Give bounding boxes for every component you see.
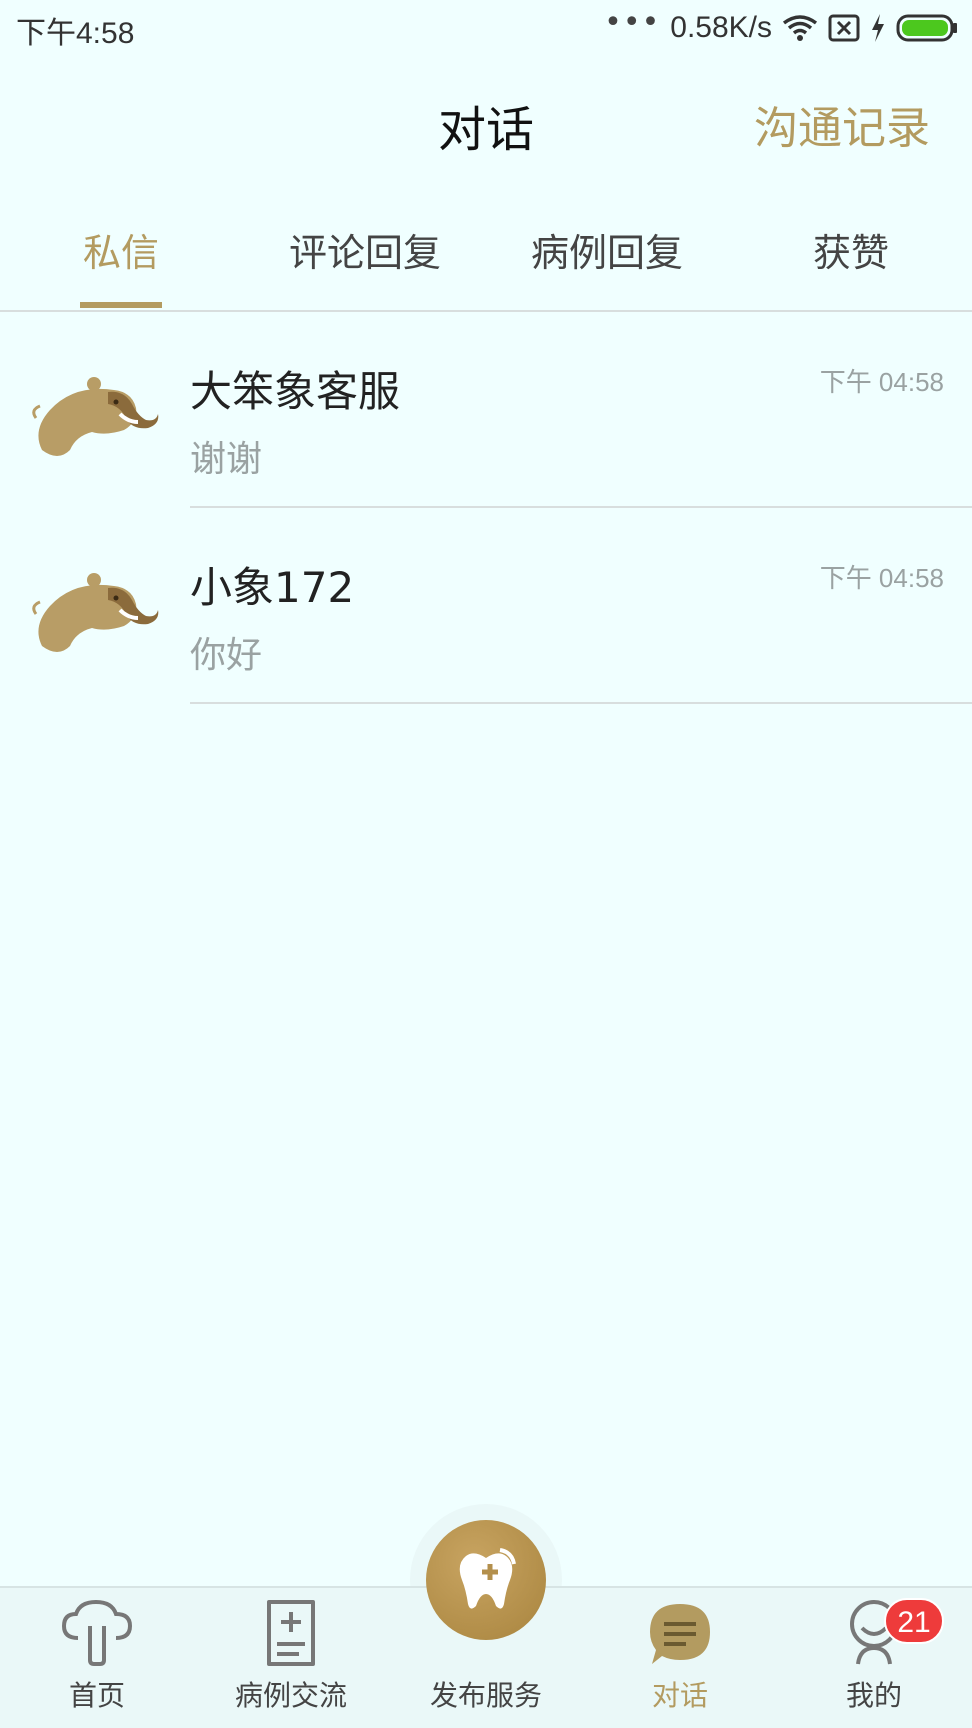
divider <box>190 702 972 704</box>
nav-label: 病例交流 <box>234 1679 347 1712</box>
home-tree-icon <box>61 1599 133 1666</box>
conversation-preview: 谢谢 <box>190 439 263 480</box>
tooth-plus-icon <box>459 1548 516 1609</box>
nav-label: 我的 <box>845 1679 902 1712</box>
network-speed: 0.58K/s <box>670 11 772 44</box>
conversation-item[interactable]: 大笨象客服 下午 04:58 谢谢 <box>0 312 972 508</box>
communication-records-button[interactable]: 沟通记录 <box>754 92 930 156</box>
conversation-item[interactable]: 小象172 下午 04:58 你好 <box>0 508 972 704</box>
nav-label: 首页 <box>68 1679 125 1712</box>
nav-label: 对话 <box>651 1679 708 1712</box>
elephant-avatar-icon <box>32 573 159 652</box>
battery-icon <box>896 14 957 42</box>
case-document-icon <box>267 1600 315 1666</box>
nav-publish-service[interactable]: 发布服务 <box>406 1668 566 1714</box>
tab-bar: 私信 评论回复 病例回复 获赞 <box>0 186 972 312</box>
conversation-list: 大笨象客服 下午 04:58 谢谢 小象172 下午 04:58 你好 <box>0 312 972 704</box>
status-time: 下午4:58 <box>16 17 135 50</box>
more-dots-icon: ••• <box>604 5 661 40</box>
notification-badge: 21 <box>884 1598 944 1644</box>
status-icons: ••• 0.58K/s <box>604 8 958 48</box>
conversation-time: 下午 04:58 <box>819 563 944 593</box>
chat-bubble-icon <box>650 1604 710 1664</box>
no-sim-icon <box>828 14 860 42</box>
nav-chat[interactable]: 对话 <box>600 1600 760 1714</box>
publish-service-button[interactable] <box>426 1520 546 1640</box>
active-tab-indicator <box>80 302 162 308</box>
wifi-icon <box>782 15 818 41</box>
conversation-preview: 你好 <box>190 635 263 676</box>
tab-private-messages[interactable]: 私信 <box>21 222 221 277</box>
nav-label: 发布服务 <box>429 1679 542 1712</box>
conversation-name: 大笨象客服 <box>190 367 401 416</box>
nav-case-exchange[interactable]: 病例交流 <box>211 1598 371 1714</box>
nav-home[interactable]: 首页 <box>17 1598 177 1714</box>
elephant-avatar-icon <box>32 377 159 456</box>
status-bar: 下午4:58 ••• 0.58K/s <box>0 0 972 56</box>
tab-likes[interactable]: 获赞 <box>751 222 951 277</box>
conversation-time: 下午 04:58 <box>819 367 944 397</box>
header: 对话 沟通记录 <box>0 56 972 186</box>
charging-icon <box>872 14 884 42</box>
tab-case-replies[interactable]: 病例回复 <box>507 222 707 277</box>
tab-comment-replies[interactable]: 评论回复 <box>265 222 465 277</box>
conversation-name: 小象172 <box>190 563 355 612</box>
